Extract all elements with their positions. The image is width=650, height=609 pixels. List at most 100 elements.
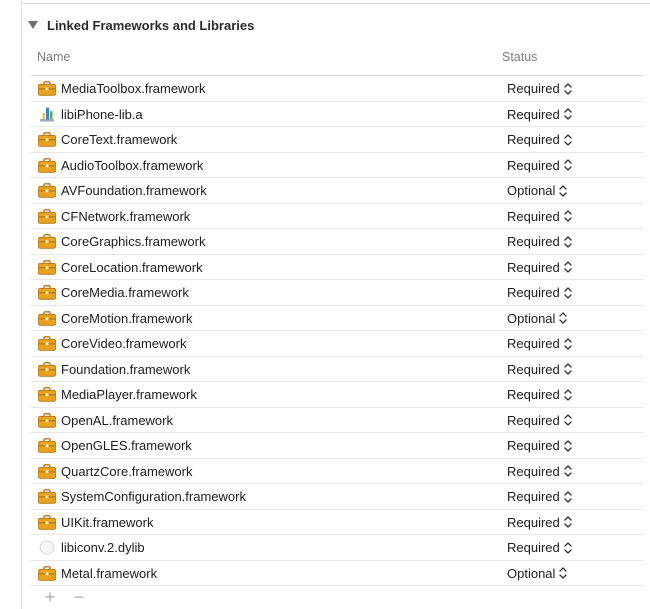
pane-top-border	[21, 3, 650, 4]
row-name: MediaPlayer.framework	[61, 387, 197, 402]
status-popup[interactable]: Required	[507, 209, 572, 224]
framework-toolbox-icon	[38, 412, 56, 428]
status-popup[interactable]: Required	[507, 515, 572, 530]
chevron-up-down-icon	[564, 515, 572, 529]
framework-toolbox-icon	[38, 489, 56, 504]
row-name: SystemConfiguration.framework	[61, 489, 246, 504]
row-name: OpenAL.framework	[61, 412, 173, 428]
status-value: Optional	[507, 565, 556, 581]
chevron-up-down-icon	[559, 311, 568, 325]
table-row[interactable]: CoreVideo.framework Required	[31, 331, 643, 357]
table-row[interactable]: QuartzCore.framework Required	[31, 459, 643, 484]
status-value: Required	[507, 463, 560, 479]
table-row[interactable]: OpenAL.framework Required	[31, 408, 643, 433]
table-body: MediaToolbox.framework Required libiPhone-…	[31, 76, 643, 586]
remove-button[interactable]: −	[69, 587, 89, 607]
status-value: Required	[507, 361, 560, 377]
table-row[interactable]: libiPhone-lib.a Required	[31, 102, 643, 127]
disclosure-triangle-icon[interactable]	[28, 21, 38, 29]
table-row[interactable]: CoreGraphics.framework Required	[31, 229, 643, 255]
row-name: CoreText.framework	[61, 132, 178, 147]
status-value: Optional	[507, 183, 556, 198]
status-popup[interactable]: Optional	[507, 565, 568, 581]
section-header[interactable]: Linked Frameworks and Libraries	[28, 16, 254, 34]
status-popup[interactable]: Required	[507, 540, 572, 555]
column-header-status[interactable]: Status	[502, 50, 537, 64]
status-popup[interactable]: Required	[507, 132, 572, 147]
status-value: Required	[507, 81, 560, 96]
status-popup[interactable]: Required	[507, 336, 572, 351]
table-row[interactable]: CFNetwork.framework Required	[31, 204, 643, 229]
table-row[interactable]: SystemConfiguration.framework Required	[31, 484, 643, 510]
row-name: QuartzCore.framework	[61, 463, 193, 479]
status-value: Required	[507, 489, 560, 504]
row-name: CoreMedia.framework	[61, 285, 189, 300]
bottom-toolbar: + −	[40, 587, 98, 607]
status-popup[interactable]: Required	[507, 234, 572, 249]
status-popup[interactable]: Required	[507, 285, 572, 300]
status-value: Required	[507, 157, 560, 173]
row-name: Metal.framework	[61, 565, 158, 581]
status-popup[interactable]: Required	[507, 260, 572, 275]
framework-toolbox-icon	[38, 183, 56, 198]
status-value: Required	[507, 540, 560, 555]
chevron-up-down-icon	[559, 566, 568, 580]
framework-toolbox-icon	[38, 157, 56, 173]
framework-toolbox-icon	[38, 132, 56, 147]
section-title: Linked Frameworks and Libraries	[47, 17, 255, 33]
table-row[interactable]: CoreLocation.framework Required	[31, 255, 643, 280]
status-popup[interactable]: Required	[507, 413, 572, 428]
table-row[interactable]: CoreMotion.framework Optional	[31, 306, 643, 331]
chevron-up-down-icon	[564, 235, 572, 249]
chevron-up-down-icon	[564, 388, 572, 402]
status-value: Required	[507, 336, 560, 351]
framework-toolbox-icon	[38, 259, 56, 275]
table-row[interactable]: AudioToolbox.framework Required	[31, 153, 643, 178]
status-popup[interactable]: Optional	[507, 310, 568, 326]
status-popup[interactable]: Required	[507, 81, 572, 96]
chevron-up-down-icon	[564, 439, 572, 453]
framework-toolbox-icon	[38, 234, 56, 249]
table-row[interactable]: CoreText.framework Required	[31, 127, 643, 153]
table-row[interactable]: OpenGLES.framework Required	[31, 433, 643, 459]
row-name: UIKit.framework	[61, 514, 154, 530]
status-value: Required	[507, 208, 560, 224]
framework-toolbox-icon	[38, 81, 56, 96]
add-button[interactable]: +	[40, 587, 60, 607]
status-popup[interactable]: Required	[507, 158, 572, 173]
pane-left-border	[21, 0, 22, 609]
table-row[interactable]: libiconv.2.dylib Required	[31, 535, 643, 561]
table-header: Name Status	[31, 44, 643, 76]
status-popup[interactable]: Required	[507, 438, 572, 453]
framework-toolbox-icon	[38, 514, 56, 530]
framework-toolbox-icon	[38, 336, 56, 351]
table-row[interactable]: AVFoundation.framework Optional	[31, 178, 643, 204]
table-row[interactable]: Foundation.framework Required	[31, 357, 643, 382]
table-row[interactable]: CoreMedia.framework Required	[31, 280, 643, 306]
table-row[interactable]: UIKit.framework Required	[31, 510, 643, 535]
framework-toolbox-icon	[38, 310, 56, 326]
status-popup[interactable]: Required	[507, 489, 572, 504]
status-popup[interactable]: Required	[507, 107, 572, 122]
status-value: Required	[507, 259, 560, 275]
table-row[interactable]: MediaPlayer.framework Required	[31, 382, 643, 408]
row-name: AudioToolbox.framework	[61, 157, 204, 173]
status-popup[interactable]: Required	[507, 362, 572, 377]
framework-toolbox-icon	[38, 387, 56, 402]
chevron-up-down-icon	[564, 158, 572, 172]
status-popup[interactable]: Optional	[507, 183, 568, 198]
table-row[interactable]: MediaToolbox.framework Required	[31, 76, 643, 102]
status-popup[interactable]: Required	[507, 464, 572, 479]
table-row[interactable]: Metal.framework Optional	[31, 561, 643, 586]
column-header-name[interactable]: Name	[37, 50, 70, 64]
status-value: Required	[507, 438, 560, 453]
static-library-icon	[38, 107, 56, 122]
row-name: libiPhone-lib.a	[61, 106, 143, 122]
status-value: Required	[507, 285, 560, 300]
chevron-up-down-icon	[564, 107, 572, 121]
row-name: CFNetwork.framework	[61, 208, 191, 224]
frameworks-table: Name Status MediaToolbox.framework Requir…	[31, 44, 643, 586]
status-popup[interactable]: Required	[507, 387, 572, 402]
status-value: Optional	[507, 310, 556, 326]
row-name: MediaToolbox.framework	[61, 81, 206, 96]
